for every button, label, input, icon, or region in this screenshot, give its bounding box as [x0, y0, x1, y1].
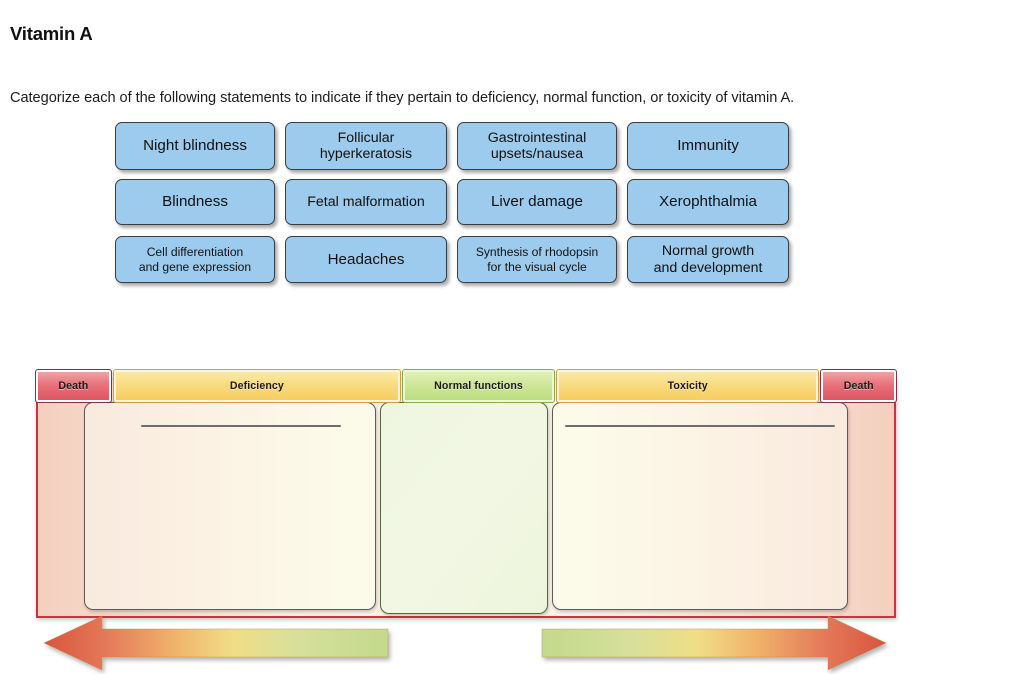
tile-label: Liver damage [490, 193, 584, 211]
vitamin-a-continuum-diagram: Death Deficiency Normal functions Toxici… [35, 369, 897, 618]
tile-headaches[interactable]: Headaches [285, 236, 447, 283]
tile-label: Night blindness [143, 137, 247, 155]
label-deficiency: Deficiency [112, 369, 402, 403]
tile-rhodopsin[interactable]: Synthesis of rhodopsin for the visual cyc… [457, 236, 617, 283]
tile-fetal-malformation[interactable]: Fetal malformation [285, 179, 447, 225]
tile-normal-growth[interactable]: Normal growth and development [627, 236, 789, 283]
drop-zone-normal-functions[interactable] [380, 402, 548, 614]
label-death-right: Death [820, 369, 897, 403]
drop-zone-container [36, 402, 896, 614]
page-title: Vitamin A [10, 23, 93, 45]
tile-label: Immunity [677, 137, 739, 155]
tile-liver-damage[interactable]: Liver damage [457, 179, 617, 225]
tile-label: Fetal malformation [307, 193, 425, 210]
tile-blindness[interactable]: Blindness [115, 179, 275, 225]
continuum-label-strip: Death Deficiency Normal functions Toxici… [35, 369, 897, 403]
label-death-left: Death [35, 369, 112, 403]
intake-arrows [30, 612, 900, 674]
drop-placeholder-line-toxicity [565, 425, 835, 427]
tile-label: Gastrointestinal upsets/nausea [487, 129, 587, 162]
tile-immunity[interactable]: Immunity [627, 122, 789, 170]
tile-xerophthalmia[interactable]: Xerophthalmia [627, 179, 789, 225]
increasing-intake-arrow [541, 615, 887, 671]
tile-gi-upsets[interactable]: Gastrointestinal upsets/nausea [457, 122, 617, 170]
tile-label: Headaches [327, 250, 405, 268]
drop-zone-deficiency[interactable] [84, 402, 376, 610]
label-toxicity: Toxicity [555, 369, 820, 403]
tile-label: Blindness [162, 193, 228, 211]
tile-label: Synthesis of rhodopsin for the visual cyc… [475, 245, 599, 274]
drop-placeholder-line-deficiency [141, 425, 341, 427]
tile-label: Cell differentiation and gene expression [138, 245, 252, 274]
tile-label: Normal growth and development [653, 243, 763, 276]
tile-cell-differentiation[interactable]: Cell differentiation and gene expression [115, 236, 275, 283]
tile-night-blindness[interactable]: Night blindness [115, 122, 275, 170]
instructions-text: Categorize each of the following stateme… [10, 89, 795, 106]
decreasing-intake-arrow [43, 615, 389, 671]
tile-label: Xerophthalmia [659, 193, 757, 211]
drop-zone-toxicity[interactable] [552, 402, 848, 610]
tile-label: Follicular hyperkeratosis [319, 129, 413, 162]
tile-follicular[interactable]: Follicular hyperkeratosis [285, 122, 447, 170]
draggable-tile-grid: Night blindness Follicular hyperkeratosis G… [113, 122, 793, 292]
label-normal-functions: Normal functions [402, 369, 555, 403]
